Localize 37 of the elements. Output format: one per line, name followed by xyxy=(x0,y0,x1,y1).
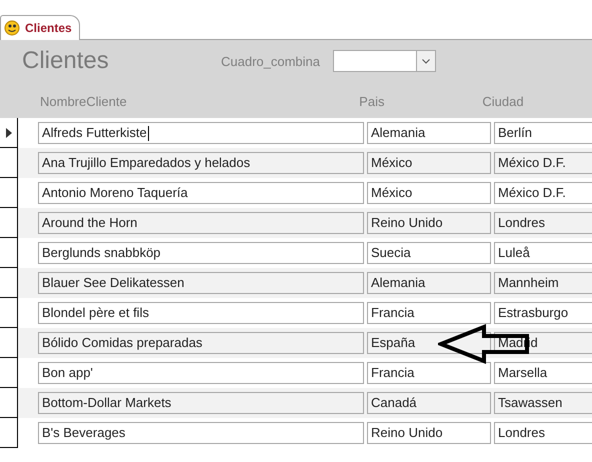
name-field[interactable]: Antonio Moreno Taquería xyxy=(38,182,364,204)
form-tab[interactable]: Clientes xyxy=(0,15,80,40)
country-field[interactable]: Canadá xyxy=(367,392,491,414)
country-field[interactable]: Francia xyxy=(367,362,491,384)
column-heading: Pais xyxy=(359,94,386,109)
city-field[interactable]: Mannheim xyxy=(494,272,592,294)
column-heading: Ciudad xyxy=(482,94,525,109)
country-field[interactable]: Suecia xyxy=(367,242,491,264)
name-field[interactable]: Ana Trujillo Emparedados y helados xyxy=(38,152,364,174)
name-field[interactable]: Blauer See Delikatessen xyxy=(38,272,364,294)
name-field[interactable]: Berglunds snabbköp xyxy=(38,242,364,264)
form-title: Clientes xyxy=(22,47,110,75)
city-field[interactable]: México D.F. xyxy=(494,182,592,204)
name-field[interactable]: B's Beverages xyxy=(38,422,364,444)
country-field[interactable]: Reino Unido xyxy=(367,212,491,234)
country-field[interactable]: Reino Unido xyxy=(367,422,491,444)
city-field[interactable]: Estrasburgo xyxy=(494,302,592,324)
country-field[interactable]: Alemania xyxy=(367,122,491,144)
city-field[interactable]: Marsella xyxy=(494,362,592,384)
city-field[interactable]: México D.F. xyxy=(494,152,592,174)
country-field[interactable]: Alemania xyxy=(367,272,491,294)
name-field[interactable]: Bottom-Dollar Markets xyxy=(38,392,364,414)
city-field[interactable]: Londres xyxy=(494,212,592,234)
combo-label: Cuadro_combina xyxy=(221,54,322,68)
name-field[interactable]: Alfreds Futterkiste xyxy=(38,122,364,144)
country-field[interactable]: Francia xyxy=(367,302,491,324)
name-field[interactable]: Bólido Comidas preparadas xyxy=(38,332,364,354)
column-heading: NombreCliente xyxy=(40,94,128,109)
city-field[interactable]: Londres xyxy=(494,422,592,444)
city-field[interactable]: Tsawassen xyxy=(494,392,592,414)
name-field[interactable]: Around the Horn xyxy=(38,212,364,234)
country-field[interactable]: México xyxy=(367,182,491,204)
name-field[interactable]: Bon app' xyxy=(38,362,364,384)
city-field[interactable]: Luleå xyxy=(494,242,592,264)
city-field[interactable]: Berlín xyxy=(494,122,592,144)
country-field[interactable]: México xyxy=(367,152,491,174)
name-field[interactable]: Blondel père et fils xyxy=(38,302,364,324)
